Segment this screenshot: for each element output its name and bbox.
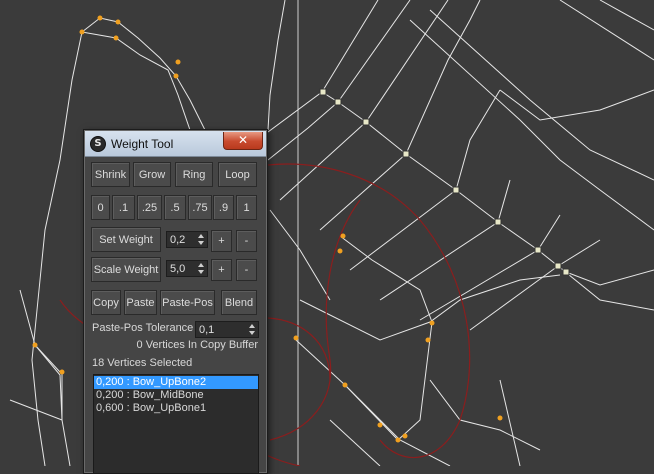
app-logo-icon: S	[90, 136, 106, 152]
preset-0-25-button[interactable]: .25	[137, 195, 162, 220]
list-item-bow-upbone2[interactable]: 0,200 : Bow_UpBone2	[94, 376, 258, 389]
close-button[interactable]: ✕	[223, 132, 263, 150]
preset-0-9-button[interactable]: .9	[213, 195, 234, 220]
ring-button[interactable]: Ring	[175, 162, 213, 187]
spinner-arrows-icon[interactable]	[197, 262, 206, 275]
paste-pos-tolerance-spinner[interactable]: 0,1	[195, 321, 259, 338]
selection-status: 18 Vertices Selected	[92, 357, 193, 369]
close-icon: ✕	[237, 133, 249, 147]
bone-weight-list[interactable]: 0,200 : Bow_UpBone2 0,200 : Bow_MidBone …	[93, 374, 259, 474]
grow-button[interactable]: Grow	[133, 162, 171, 187]
paste-pos-button[interactable]: Paste-Pos	[160, 290, 215, 315]
window-title: Weight Tool	[111, 137, 174, 151]
preset-0-button[interactable]: 0	[91, 195, 110, 220]
paste-button[interactable]: Paste	[124, 290, 157, 315]
loop-button[interactable]: Loop	[218, 162, 257, 187]
paste-pos-tolerance-label: Paste-Pos Tolerance	[92, 322, 194, 334]
blend-button[interactable]: Blend	[221, 290, 257, 315]
list-item-bow-midbone[interactable]: 0,200 : Bow_MidBone	[94, 389, 258, 402]
scale-weight-spinner[interactable]: 5,0	[166, 260, 208, 277]
set-weight-value: 0,2	[170, 234, 186, 246]
set-weight-minus-button[interactable]: -	[236, 230, 257, 252]
scale-weight-value: 5,0	[170, 263, 186, 275]
copy-button[interactable]: Copy	[91, 290, 121, 315]
copy-buffer-status: 0 Vertices In Copy Buffer	[136, 339, 258, 351]
scale-weight-plus-button[interactable]: +	[211, 259, 232, 281]
scale-weight-minus-button[interactable]: -	[236, 259, 257, 281]
scale-weight-button[interactable]: Scale Weight	[91, 257, 161, 282]
shrink-button[interactable]: Shrink	[91, 162, 130, 187]
set-weight-plus-button[interactable]: +	[211, 230, 232, 252]
preset-1-button[interactable]: 1	[236, 195, 257, 220]
preset-0-1-button[interactable]: .1	[112, 195, 135, 220]
set-weight-button[interactable]: Set Weight	[91, 227, 161, 252]
spinner-arrows-icon[interactable]	[248, 323, 257, 336]
list-item-bow-upbone1[interactable]: 0,600 : Bow_UpBone1	[94, 402, 258, 415]
preset-0-75-button[interactable]: .75	[188, 195, 212, 220]
paste-pos-tolerance-value: 0,1	[199, 324, 215, 336]
title-bar[interactable]: S Weight Tool ✕	[85, 131, 266, 157]
set-weight-spinner[interactable]: 0,2	[166, 231, 208, 248]
preset-0-5-button[interactable]: .5	[164, 195, 186, 220]
spinner-arrows-icon[interactable]	[197, 233, 206, 246]
